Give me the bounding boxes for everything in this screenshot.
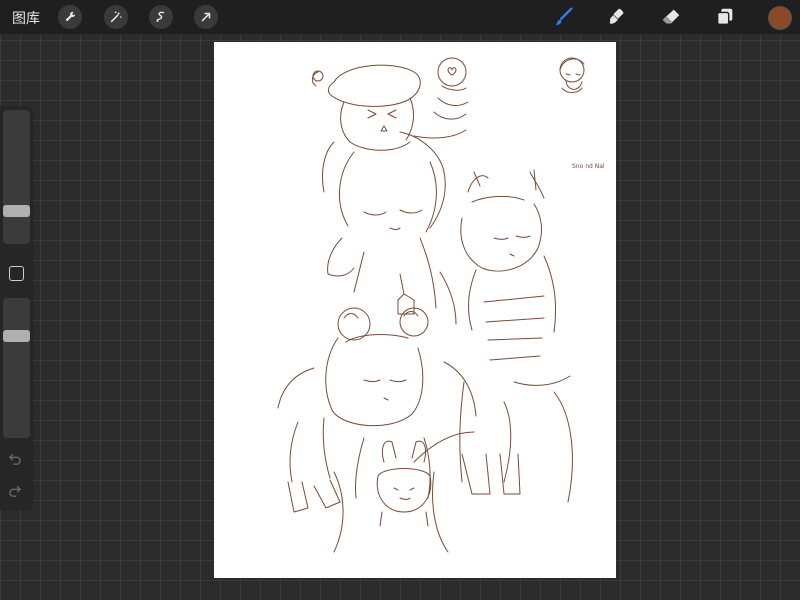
redo-icon bbox=[9, 486, 21, 497]
gallery-button[interactable]: 图库 bbox=[12, 8, 40, 28]
undo-button[interactable] bbox=[8, 452, 24, 466]
sidebar bbox=[0, 106, 33, 510]
modify-button[interactable] bbox=[9, 266, 24, 281]
selection-icon bbox=[156, 11, 165, 22]
smudge-icon bbox=[609, 8, 624, 24]
magic-wand-icon bbox=[110, 11, 122, 23]
smudge-tool-button[interactable] bbox=[605, 5, 629, 29]
drawing-canvas[interactable]: Sno nd Nal bbox=[214, 42, 616, 578]
color-picker-button[interactable] bbox=[768, 6, 792, 30]
opacity-slider-thumb[interactable] bbox=[3, 330, 30, 342]
layers-icon bbox=[716, 8, 733, 26]
sketch-annotation: Sno nd Nal bbox=[572, 163, 605, 170]
transform-button[interactable] bbox=[194, 5, 218, 29]
sketch-artwork: Sno nd Nal bbox=[277, 57, 605, 553]
selection-button[interactable] bbox=[149, 5, 173, 29]
eraser-icon bbox=[662, 9, 680, 24]
adjustments-button[interactable] bbox=[104, 5, 128, 29]
actions-button[interactable] bbox=[58, 5, 82, 29]
redo-button[interactable] bbox=[8, 484, 24, 498]
top-toolbar: 图库 bbox=[0, 0, 800, 34]
opacity-slider[interactable] bbox=[3, 298, 30, 438]
eraser-tool-button[interactable] bbox=[659, 5, 683, 29]
layers-button[interactable] bbox=[713, 5, 737, 29]
brush-size-slider-thumb[interactable] bbox=[3, 205, 30, 218]
brush-size-slider[interactable] bbox=[3, 110, 30, 244]
brush-icon bbox=[555, 7, 573, 26]
brush-tool-button[interactable] bbox=[551, 5, 575, 29]
wrench-icon bbox=[65, 11, 76, 22]
transform-arrow-icon bbox=[201, 12, 211, 22]
undo-icon bbox=[9, 454, 21, 465]
